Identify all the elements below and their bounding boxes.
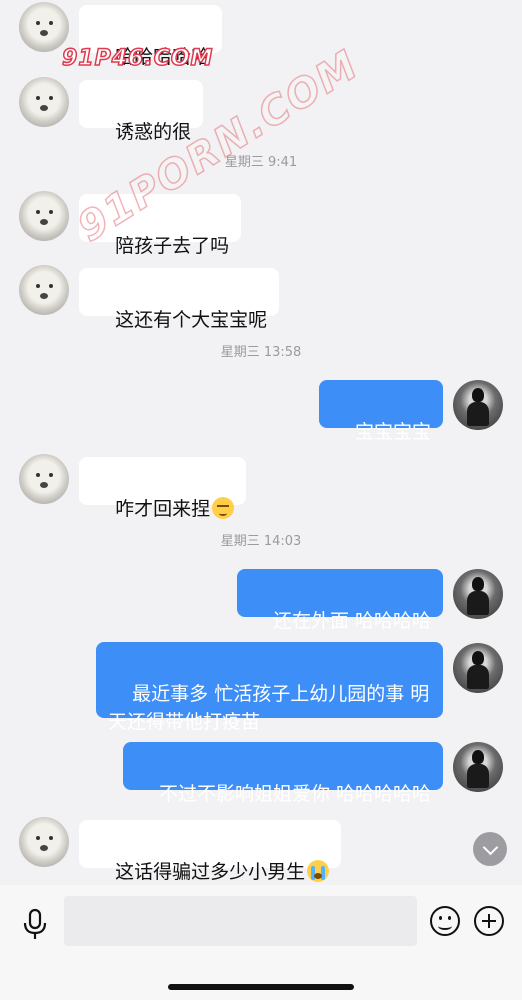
contact-avatar[interactable] (19, 817, 69, 867)
incoming-message-bubble[interactable]: 诱惑的很 (79, 80, 204, 143)
message-text: 宝宝宝宝 (354, 421, 431, 443)
smiley-icon[interactable] (430, 906, 460, 936)
message-text: 这还有个大宝宝呢 (115, 309, 268, 331)
message-text: 还在外面 哈哈哈哈 (272, 610, 431, 632)
contact-avatar[interactable] (19, 191, 69, 241)
user-avatar[interactable] (453, 742, 503, 792)
loudly-crying-face-emoji-icon (307, 860, 330, 882)
incoming-message-bubble[interactable]: 这还有个大宝宝呢 (79, 268, 280, 331)
user-avatar[interactable] (453, 380, 503, 430)
message-timestamp: 星期三 9:41 (224, 155, 298, 170)
contact-avatar[interactable] (19, 265, 69, 315)
user-avatar[interactable] (453, 569, 503, 619)
message-input[interactable] (64, 896, 417, 946)
message-text: 诱惑的很 (115, 121, 192, 143)
message-text: 最近事多 忙活孩子上幼儿园的事 明 天还得带他打疫苗 (108, 683, 430, 733)
watermark-top: 91P46.COM (61, 45, 214, 72)
scroll-to-bottom-button[interactable] (473, 832, 507, 866)
message-timestamp: 星期三 14:03 (220, 534, 302, 549)
incoming-message-bubble[interactable]: 这话得骗过多少小男生 (79, 820, 342, 883)
incoming-message-bubble[interactable]: 咋才回来捏 (79, 457, 247, 520)
message-timestamp: 星期三 13:58 (220, 345, 302, 360)
message-text: 不过不影响姐姐爱你 哈哈哈哈哈 (158, 783, 431, 805)
microphone-icon[interactable] (22, 908, 48, 940)
home-indicator (168, 984, 354, 990)
outgoing-message-bubble[interactable]: 还在外面 哈哈哈哈 (236, 569, 443, 632)
message-text: 咋才回来捏 (115, 498, 211, 520)
contact-avatar[interactable] (19, 77, 69, 127)
smirking-face-emoji-icon (212, 497, 235, 519)
outgoing-message-bubble[interactable]: 不过不影响姐姐爱你 哈哈哈哈哈 (122, 742, 443, 805)
outgoing-message-bubble[interactable]: 宝宝宝宝 (318, 380, 443, 443)
user-avatar[interactable] (453, 643, 503, 693)
plus-circle-icon[interactable] (474, 906, 504, 936)
outgoing-message-bubble[interactable]: 最近事多 忙活孩子上幼儿园的事 明 天还得带他打疫苗 (96, 642, 443, 733)
contact-avatar[interactable] (19, 2, 69, 52)
message-text: 陪孩子去了吗 (115, 235, 230, 257)
contact-avatar[interactable] (19, 454, 69, 504)
message-text: 这话得骗过多少小男生 (115, 861, 306, 883)
